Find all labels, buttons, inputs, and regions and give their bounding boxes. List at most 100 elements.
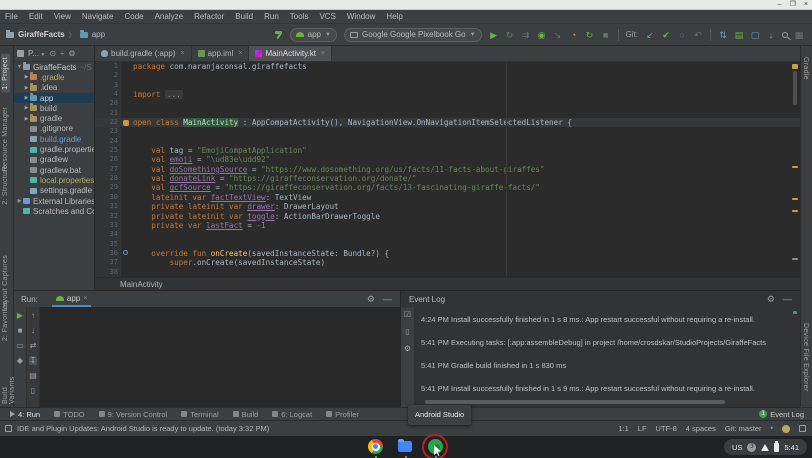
stop-icon[interactable]: ■ xyxy=(601,29,611,41)
stop-icon[interactable]: ■ xyxy=(18,326,23,335)
tree-item-scratches-and-consoles[interactable]: Scratches and Consoles xyxy=(14,206,94,216)
up-icon[interactable]: ↑ xyxy=(31,311,35,320)
breadcrumb-module[interactable]: app xyxy=(92,30,105,39)
tree-item-build[interactable]: ▶build xyxy=(14,103,94,113)
menu-run[interactable]: Run xyxy=(264,12,279,21)
status-git-master[interactable]: Git: master xyxy=(725,424,762,433)
event-log-entry[interactable]: 4:24 PMInstall successfully finished in … xyxy=(415,311,800,334)
gradle-sync-icon[interactable]: ⇅ xyxy=(718,29,728,41)
window-close-icon[interactable]: × xyxy=(804,0,808,10)
layout-inspector-icon[interactable]: ▤ xyxy=(734,29,744,41)
code-line-24[interactable]: 24 xyxy=(95,137,800,146)
code-line-26[interactable]: 26 val emoji = "\ud83e\udd92" xyxy=(95,155,800,164)
status-1-1[interactable]: 1:1 xyxy=(618,424,628,433)
toolwindow-button-6-logcat[interactable]: 6: Logcat xyxy=(272,410,312,419)
toolwindow-button-build[interactable]: Build xyxy=(233,410,259,419)
code-line-25[interactable]: 25 val tag = "EmojiCompatApplication" xyxy=(95,146,800,155)
tree-item-giraffefacts[interactable]: ▼GiraffeFacts~/S xyxy=(14,62,94,72)
settings-gear-icon[interactable]: ⚙ xyxy=(367,294,375,305)
toolwindow-button-terminal[interactable]: Terminal xyxy=(181,410,218,419)
horizontal-scrollbar[interactable] xyxy=(425,400,725,404)
code-line-4[interactable]: 4import ... xyxy=(95,90,800,99)
update-project-icon[interactable]: ↙ xyxy=(645,29,655,41)
avd-manager-icon[interactable]: ▢ xyxy=(750,29,760,41)
status-4-spaces[interactable]: 4 spaces xyxy=(686,424,716,433)
window-restore-icon[interactable]: ❐ xyxy=(790,0,796,10)
code-line-21[interactable]: 21 xyxy=(95,109,800,118)
menu-refactor[interactable]: Refactor xyxy=(194,12,224,21)
tool-stripe-gradle[interactable]: Gradle xyxy=(801,54,810,83)
tree-item-gitignore[interactable]: .gitignore xyxy=(14,124,94,134)
run-console-output[interactable] xyxy=(40,307,400,407)
tab-close-icon[interactable]: × xyxy=(83,295,87,302)
collapse-all-icon[interactable]: ÷ xyxy=(60,49,64,58)
tree-item-gradle-properties[interactable]: gradle.properties xyxy=(14,144,94,154)
toolwindow-button-profiler[interactable]: Profiler xyxy=(326,410,359,419)
window-minimize-icon[interactable]: – xyxy=(778,0,782,10)
editor-tab-mainactivity-kt[interactable]: MainActivity.kt× xyxy=(249,46,332,61)
status-lf[interactable]: LF xyxy=(638,424,647,433)
device-selector[interactable]: Google Google Pixelbook Go ▼ xyxy=(344,28,482,42)
run-tab-app[interactable]: app × xyxy=(52,291,91,307)
debug-icon[interactable]: ◉ xyxy=(537,29,547,41)
code-line-29[interactable]: 29 val gcfSource = "https://giraffeconse… xyxy=(95,183,800,192)
event-log-entry[interactable]: 5:41 PMGradle build finished in 1 s 830 … xyxy=(415,357,800,380)
tree-item-settings-gradle[interactable]: settings.gradle xyxy=(14,186,94,196)
code-line-36[interactable]: 36 override fun onCreate(savedInstanceSt… xyxy=(95,249,800,258)
tab-close-icon[interactable]: × xyxy=(321,50,325,57)
select-tasks-icon[interactable]: ☑ xyxy=(404,310,411,319)
chrome-app-icon[interactable] xyxy=(368,439,384,455)
down-icon[interactable]: ↓ xyxy=(31,326,35,335)
menu-tools[interactable]: Tools xyxy=(290,12,309,21)
clear-all-icon[interactable]: ▯ xyxy=(405,327,409,336)
tree-chevron-icon[interactable]: ▶ xyxy=(23,85,30,91)
profile-icon[interactable]: ◔ xyxy=(569,29,579,41)
tree-item-idea[interactable]: ▶.idea xyxy=(14,83,94,93)
error-stripe[interactable] xyxy=(792,62,798,277)
history-icon[interactable]: ○ xyxy=(677,29,687,41)
menu-vcs[interactable]: VCS xyxy=(319,12,335,21)
menu-file[interactable]: File xyxy=(5,12,18,21)
menu-help[interactable]: Help xyxy=(386,12,402,21)
code-line-22[interactable]: 22open class MainActivity : AppCompatAct… xyxy=(95,118,800,127)
print-icon[interactable]: ▤ xyxy=(29,371,37,380)
commit-icon[interactable]: ✔ xyxy=(661,29,671,41)
settings-wrench-icon[interactable]: ⚙ xyxy=(404,344,411,353)
code-line-20[interactable]: 20 xyxy=(95,99,800,108)
layout-icon[interactable]: ▭ xyxy=(16,341,24,350)
code-line-33[interactable]: 33 private var lastFact = -1 xyxy=(95,221,800,230)
toolwindow-button-4-run[interactable]: 4: Run xyxy=(10,410,40,419)
inspections-hector-icon[interactable] xyxy=(782,425,790,433)
apply-changes-icon[interactable]: ↻ xyxy=(505,29,515,41)
locate-file-icon[interactable]: ⊙ xyxy=(49,49,56,58)
warning-gutter-icon[interactable] xyxy=(123,120,129,126)
tab-close-icon[interactable]: × xyxy=(180,50,184,57)
rerun-icon[interactable]: ▶ xyxy=(17,311,23,320)
tab-close-icon[interactable]: × xyxy=(238,50,242,57)
tree-chevron-icon[interactable]: ▶ xyxy=(23,74,30,80)
code-line-2[interactable]: 2 xyxy=(95,71,800,80)
tree-item-local-properties[interactable]: local.properties xyxy=(14,175,94,185)
menu-navigate[interactable]: Navigate xyxy=(82,12,114,21)
menu-view[interactable]: View xyxy=(54,12,71,21)
code-line-28[interactable]: 28 val donateLink = "https://giraffecons… xyxy=(95,174,800,183)
system-tray[interactable]: US 3 5:41 xyxy=(724,439,807,455)
build-hammer-icon[interactable] xyxy=(274,30,283,39)
minimize-panel-icon[interactable]: — xyxy=(383,294,392,305)
breadcrumb-project[interactable]: GiraffeFacts xyxy=(18,30,65,39)
rollback-icon[interactable]: ↶ xyxy=(693,29,703,41)
status-utf-8[interactable]: UTF-8 xyxy=(656,424,677,433)
tree-chevron-icon[interactable]: ▼ xyxy=(16,64,23,70)
apply-changes-android-icon[interactable]: ↻ xyxy=(585,29,595,41)
code-line-30[interactable]: 30 lateinit var factTextView: TextView xyxy=(95,193,800,202)
menu-edit[interactable]: Edit xyxy=(29,12,43,21)
toolwindow-toggle-icon[interactable] xyxy=(5,425,12,432)
tree-item-app[interactable]: ▶app xyxy=(14,93,94,103)
menu-window[interactable]: Window xyxy=(347,12,375,21)
code-line-35[interactable]: 35 xyxy=(95,240,800,249)
settings-gear-icon[interactable]: ⚙ xyxy=(68,49,75,58)
code-line-31[interactable]: 31 private lateinit var drawer: DrawerLa… xyxy=(95,202,800,211)
code-editor[interactable]: 1package com.naranjaconsal.giraffefacts2… xyxy=(95,62,800,277)
toolwindow-button-9-version-control[interactable]: 9: Version Control xyxy=(99,410,168,419)
project-structure-icon[interactable]: ▦ xyxy=(794,29,804,41)
